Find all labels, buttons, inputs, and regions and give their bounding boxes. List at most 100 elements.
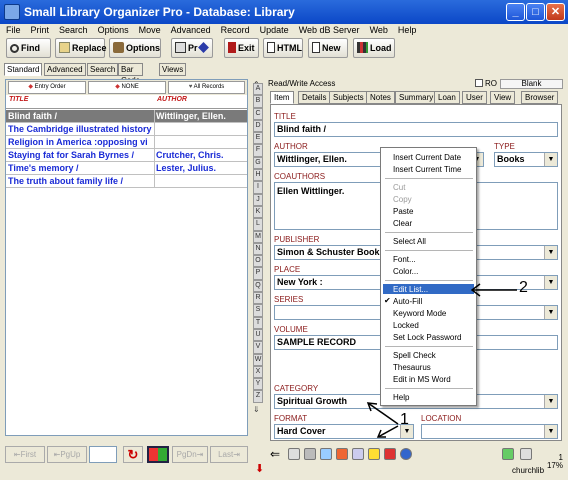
record-icon[interactable] <box>336 448 348 460</box>
first-button[interactable]: ⇤First <box>5 446 45 463</box>
menu-color[interactable]: Color... <box>393 267 418 276</box>
tab-notes[interactable]: Notes <box>366 91 395 104</box>
tab-advanced[interactable]: Advanced <box>44 63 86 76</box>
menu-print[interactable]: Print <box>26 24 55 36</box>
letter-l[interactable]: L <box>253 218 263 231</box>
grid-icon[interactable] <box>502 448 514 460</box>
letter-v[interactable]: V <box>253 341 263 354</box>
letter-g[interactable]: G <box>253 156 263 170</box>
list-row[interactable]: Time's memory / Lester, Julius. <box>6 162 247 175</box>
column-author-header[interactable]: AUTHOR <box>157 96 187 103</box>
sort-none-button[interactable]: ◆ NONE <box>88 81 166 94</box>
letter-m[interactable]: M <box>253 230 263 243</box>
menu-paste[interactable]: Paste <box>393 207 413 216</box>
menu-insert-current-date[interactable]: Insert Current Date <box>393 153 461 162</box>
letter-q[interactable]: Q <box>253 279 263 293</box>
letter-o[interactable]: O <box>253 255 263 268</box>
menu-update[interactable]: Update <box>255 24 294 36</box>
filter-all-records-button[interactable]: ♥ All Records <box>168 81 245 94</box>
letter-a[interactable]: A <box>253 83 263 96</box>
back-icon[interactable] <box>520 448 532 460</box>
tab-item[interactable]: Item <box>270 91 294 104</box>
letter-d[interactable]: D <box>253 119 263 133</box>
sort-entry-order-button[interactable]: ◆ Entry Order <box>8 81 86 94</box>
menu-insert-current-time[interactable]: Insert Current Time <box>393 165 461 174</box>
replace-button[interactable]: Replace <box>55 38 107 58</box>
load-button[interactable]: Load <box>353 38 395 58</box>
menu-move[interactable]: Move <box>134 24 166 36</box>
menu-search[interactable]: Search <box>54 24 93 36</box>
menu-help[interactable]: Help <box>393 24 422 36</box>
tab-user[interactable]: User <box>462 91 487 104</box>
pgup-button[interactable]: ⇤PgUp <box>47 446 87 463</box>
grid-view-icon[interactable] <box>147 446 169 463</box>
maximize-button[interactable]: □ <box>526 3 545 21</box>
menu-web[interactable]: Web <box>365 24 393 36</box>
minimize-button[interactable]: _ <box>506 3 525 21</box>
menu-thesaurus[interactable]: Thesaurus <box>393 363 431 372</box>
menu-advanced[interactable]: Advanced <box>166 24 216 36</box>
letter-x[interactable]: X <box>253 365 263 379</box>
read-only-checkbox[interactable]: RO <box>475 79 497 88</box>
tab-subjects[interactable]: Subjects <box>329 91 368 104</box>
tab-bar-code[interactable]: Bar Code <box>118 63 144 85</box>
chevron-down-icon[interactable]: ▼ <box>544 306 557 319</box>
menu-help[interactable]: Help <box>393 393 409 402</box>
type-select[interactable]: Books ▼ <box>494 152 558 167</box>
refresh-icon[interactable]: ↻ <box>123 446 143 463</box>
menu-select-all[interactable]: Select All <box>393 237 426 246</box>
globe-icon[interactable] <box>400 448 412 460</box>
list-row[interactable]: Staying fat for Sarah Byrnes / Crutcher, … <box>6 149 247 162</box>
print-icon[interactable] <box>288 448 300 460</box>
chevron-down-icon[interactable]: ▼ <box>544 246 557 259</box>
tab-view[interactable]: View <box>490 91 516 104</box>
menu-edit-in-ms-word[interactable]: Edit in MS Word <box>393 375 451 384</box>
letter-b[interactable]: B <box>253 95 263 108</box>
letter-s[interactable]: S <box>253 304 263 317</box>
menu-font[interactable]: Font... <box>393 255 416 264</box>
menu-record[interactable]: Record <box>216 24 255 36</box>
title-field[interactable]: Blind faith / <box>274 122 558 137</box>
chevron-down-icon[interactable]: ▼ <box>544 425 557 438</box>
menu-auto-fill[interactable]: Auto-Fill <box>393 297 422 306</box>
letter-y[interactable]: Y <box>253 378 263 391</box>
tab-summary[interactable]: Summary <box>395 91 438 104</box>
letter-c[interactable]: C <box>253 107 263 120</box>
tab-loan[interactable]: Loan <box>434 91 460 104</box>
options-button[interactable]: Options <box>109 38 161 58</box>
letter-f[interactable]: F <box>253 144 263 157</box>
lightbulb-icon[interactable] <box>368 448 380 460</box>
pgdn-button[interactable]: PgDn⇥ <box>172 446 208 463</box>
html-button[interactable]: HTML <box>263 38 303 58</box>
print-button[interactable]: Pr <box>171 38 213 58</box>
list-row[interactable]: Blind faith / Wittlinger, Ellen. <box>6 110 247 123</box>
new-button[interactable]: New <box>308 38 348 58</box>
letter-k[interactable]: K <box>253 205 263 219</box>
letter-p[interactable]: P <box>253 267 263 280</box>
letter-t[interactable]: T <box>253 316 263 329</box>
previous-arrow-icon[interactable]: ⇐ <box>270 448 280 460</box>
letter-z[interactable]: Z <box>253 390 263 403</box>
menu-locked[interactable]: Locked <box>393 321 419 330</box>
menu-keyword-mode[interactable]: Keyword Mode <box>393 309 446 318</box>
tools-icon[interactable] <box>384 448 396 460</box>
tab-standard[interactable]: Standard <box>4 63 43 76</box>
list-row[interactable]: The truth about family life / <box>6 175 247 188</box>
letter-u[interactable]: U <box>253 328 263 342</box>
exit-button[interactable]: Exit <box>224 38 259 58</box>
letter-h[interactable]: H <box>253 169 263 182</box>
tab-search[interactable]: Search <box>87 63 119 76</box>
trash-icon[interactable] <box>304 448 316 460</box>
letter-e[interactable]: E <box>253 132 263 145</box>
menu-options[interactable]: Options <box>93 24 134 36</box>
menu-clear[interactable]: Clear <box>393 219 412 228</box>
letter-i[interactable]: I <box>253 181 263 194</box>
list-row[interactable]: Religion in America :opposing vi <box>6 136 247 149</box>
letter-down-arrow[interactable]: ⇓ <box>253 405 260 414</box>
menu-set-lock-password[interactable]: Set Lock Password <box>393 333 461 342</box>
chevron-down-icon[interactable]: ▼ <box>544 395 557 408</box>
format-select[interactable]: Hard Cover ▼ <box>274 424 414 439</box>
menu-web-db-server[interactable]: Web dB Server <box>294 24 365 36</box>
letter-w[interactable]: W <box>253 353 263 366</box>
tab-details[interactable]: Details <box>298 91 331 104</box>
